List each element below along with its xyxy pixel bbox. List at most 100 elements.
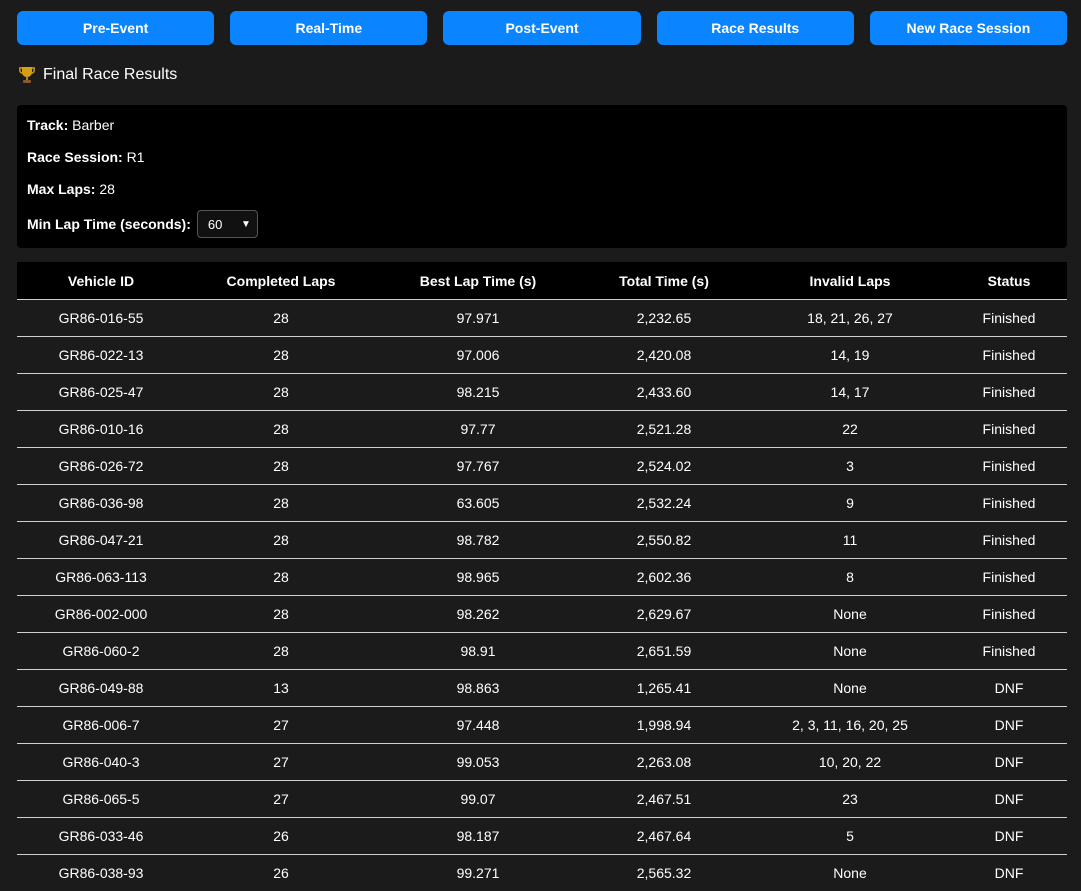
section-title: Final Race Results [19,63,177,87]
table-row: GR86-047-212898.7822,550.8211Finished [17,522,1067,559]
table-row: GR86-036-982863.6052,532.249Finished [17,485,1067,522]
completed-laps-cell: 28 [185,633,377,670]
vehicle-id-cell: GR86-006-7 [17,707,185,744]
total-time-cell: 2,524.02 [579,448,749,485]
post-event-button[interactable]: Post-Event [443,11,640,45]
table-row: GR86-063-1132898.9652,602.368Finished [17,559,1067,596]
status-cell: Finished [951,411,1067,448]
chevron-down-icon: ▼ [241,219,251,230]
best-lap-time-cell: 98.187 [377,818,579,855]
header-status: Status [951,262,1067,300]
min-lap-time-field: Min Lap Time (seconds): 60 ▼ [27,210,258,238]
invalid-laps-cell: 14, 19 [749,337,951,374]
completed-laps-cell: 27 [185,707,377,744]
completed-laps-cell: 26 [185,855,377,891]
vehicle-id-cell: GR86-038-93 [17,855,185,891]
race-session-info: Race Session: R1 [27,149,145,165]
completed-laps-cell: 27 [185,781,377,818]
header-vehicle-id: Vehicle ID [17,262,185,300]
status-cell: Finished [951,596,1067,633]
max-laps-value: 28 [99,181,115,197]
invalid-laps-cell: 2, 3, 11, 16, 20, 25 [749,707,951,744]
best-lap-time-cell: 97.448 [377,707,579,744]
race-results-button[interactable]: Race Results [657,11,854,45]
status-cell: Finished [951,300,1067,337]
vehicle-id-cell: GR86-022-13 [17,337,185,374]
total-time-cell: 2,565.32 [579,855,749,891]
total-time-cell: 2,651.59 [579,633,749,670]
status-cell: DNF [951,855,1067,891]
max-laps-label: Max Laps: [27,181,95,197]
race-session-value: R1 [127,149,145,165]
best-lap-time-cell: 99.271 [377,855,579,891]
best-lap-time-cell: 98.965 [377,559,579,596]
header-completed-laps: Completed Laps [185,262,377,300]
completed-laps-cell: 28 [185,522,377,559]
table-row: GR86-022-132897.0062,420.0814, 19Finishe… [17,337,1067,374]
completed-laps-cell: 28 [185,337,377,374]
min-lap-time-value: 60 [208,217,222,232]
track-info: Track: Barber [27,117,114,133]
vehicle-id-cell: GR86-047-21 [17,522,185,559]
total-time-cell: 2,433.60 [579,374,749,411]
new-race-session-button[interactable]: New Race Session [870,11,1067,45]
race-results-table: Vehicle ID Completed Laps Best Lap Time … [17,262,1067,891]
status-cell: DNF [951,781,1067,818]
completed-laps-cell: 28 [185,596,377,633]
total-time-cell: 2,467.64 [579,818,749,855]
real-time-button[interactable]: Real-Time [230,11,427,45]
vehicle-id-cell: GR86-010-16 [17,411,185,448]
min-lap-time-select[interactable]: 60 ▼ [197,210,258,238]
table-row: GR86-010-162897.772,521.2822Finished [17,411,1067,448]
invalid-laps-cell: 23 [749,781,951,818]
track-value: Barber [72,117,114,133]
completed-laps-cell: 27 [185,744,377,781]
vehicle-id-cell: GR86-025-47 [17,374,185,411]
status-cell: DNF [951,670,1067,707]
vehicle-id-cell: GR86-065-5 [17,781,185,818]
completed-laps-cell: 28 [185,485,377,522]
best-lap-time-cell: 97.77 [377,411,579,448]
pre-event-button[interactable]: Pre-Event [17,11,214,45]
best-lap-time-cell: 97.006 [377,337,579,374]
section-title-text: Final Race Results [43,66,177,84]
status-cell: Finished [951,374,1067,411]
total-time-cell: 2,550.82 [579,522,749,559]
table-row: GR86-040-32799.0532,263.0810, 20, 22DNF [17,744,1067,781]
completed-laps-cell: 13 [185,670,377,707]
best-lap-time-cell: 98.91 [377,633,579,670]
status-cell: DNF [951,744,1067,781]
invalid-laps-cell: None [749,855,951,891]
table-row: GR86-065-52799.072,467.5123DNF [17,781,1067,818]
status-cell: Finished [951,448,1067,485]
total-time-cell: 1,998.94 [579,707,749,744]
completed-laps-cell: 28 [185,411,377,448]
total-time-cell: 2,602.36 [579,559,749,596]
total-time-cell: 2,521.28 [579,411,749,448]
trophy-icon [19,66,35,84]
invalid-laps-cell: 9 [749,485,951,522]
top-nav: Pre-Event Real-Time Post-Event Race Resu… [17,11,1067,45]
best-lap-time-cell: 97.971 [377,300,579,337]
best-lap-time-cell: 97.767 [377,448,579,485]
total-time-cell: 2,532.24 [579,485,749,522]
best-lap-time-cell: 98.215 [377,374,579,411]
total-time-cell: 2,629.67 [579,596,749,633]
header-invalid-laps: Invalid Laps [749,262,951,300]
vehicle-id-cell: GR86-049-88 [17,670,185,707]
status-cell: Finished [951,485,1067,522]
max-laps-info: Max Laps: 28 [27,181,115,197]
completed-laps-cell: 26 [185,818,377,855]
total-time-cell: 1,265.41 [579,670,749,707]
invalid-laps-cell: 11 [749,522,951,559]
invalid-laps-cell: None [749,596,951,633]
race-session-label: Race Session: [27,149,123,165]
track-label: Track: [27,117,68,133]
invalid-laps-cell: 5 [749,818,951,855]
status-cell: Finished [951,633,1067,670]
status-cell: Finished [951,522,1067,559]
invalid-laps-cell: 3 [749,448,951,485]
vehicle-id-cell: GR86-026-72 [17,448,185,485]
table-row: GR86-038-932699.2712,565.32NoneDNF [17,855,1067,891]
table-row: GR86-060-22898.912,651.59NoneFinished [17,633,1067,670]
